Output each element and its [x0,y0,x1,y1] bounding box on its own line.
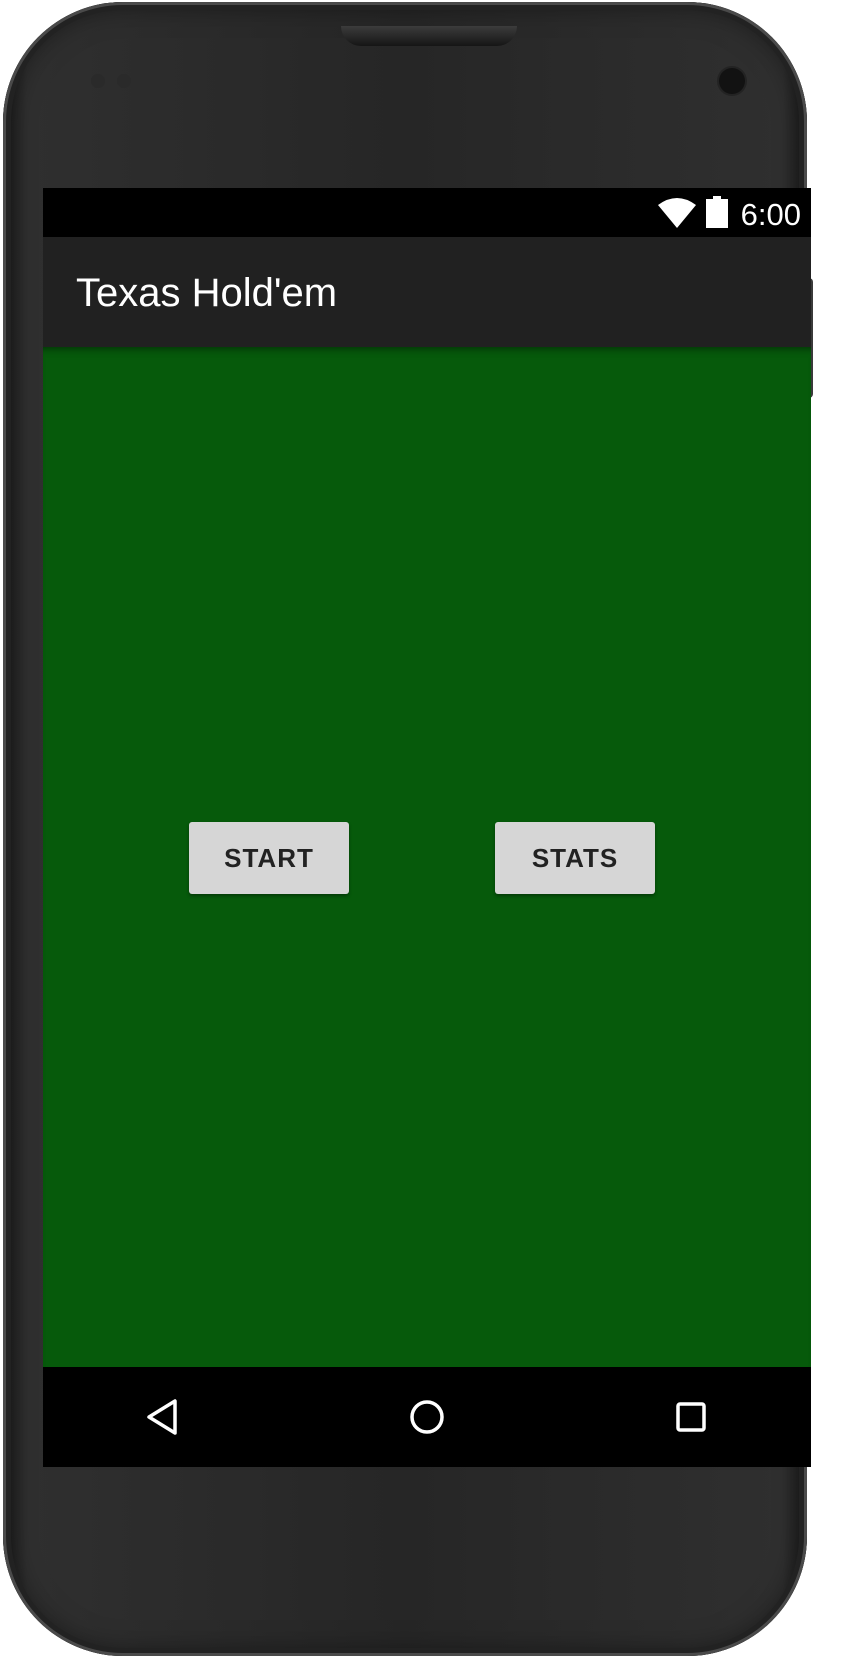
app-bar: Texas Hold'em [43,237,811,347]
wifi-icon [658,198,696,228]
navigation-bar [43,1367,811,1467]
stats-button[interactable]: STATS [495,822,655,894]
battery-icon [706,196,728,228]
earpiece-speaker [341,26,517,46]
recents-button[interactable] [661,1387,721,1447]
front-camera [719,68,745,94]
status-time: 6:00 [740,197,801,232]
status-bar: 6:00 [43,188,811,237]
poker-table-area: START STATS [43,347,811,1367]
recents-icon [676,1402,706,1432]
proximity-sensor [91,74,105,88]
home-button[interactable] [397,1387,457,1447]
back-button[interactable] [133,1387,193,1447]
home-icon [410,1400,444,1434]
app-title: Texas Hold'em [76,271,338,315]
device-screen: 6:00 Texas Hold'em START STATS [43,188,811,1467]
start-button[interactable]: START [189,822,349,894]
back-icon [147,1399,177,1435]
light-sensor [117,74,131,88]
